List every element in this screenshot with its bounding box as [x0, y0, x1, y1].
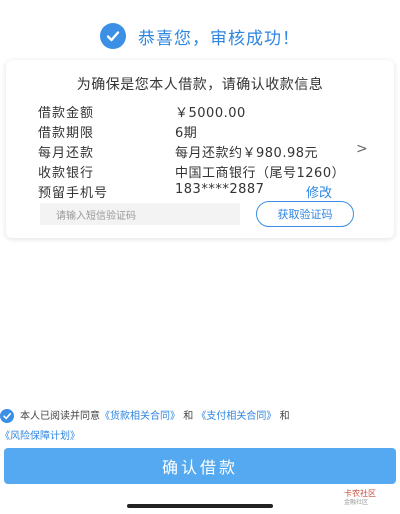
agreement-prefix: 本人已阅读并同意 — [20, 411, 100, 422]
row-phone: 预留手机号 183****2887 修改 — [38, 182, 378, 202]
row-value: 6期 — [175, 126, 198, 141]
sms-code-input[interactable]: 请输入短信验证码 — [40, 203, 240, 225]
watermark-brand: 卡农社区 — [344, 489, 376, 498]
edit-phone-link[interactable]: 修改 — [306, 182, 332, 201]
check-circle-icon — [100, 23, 126, 49]
loan-contract-link[interactable]: 《货款相关合同》 — [100, 411, 180, 422]
card-title: 为确保是您本人借款，请确认收款信息 — [76, 77, 324, 93]
row-label: 预留手机号 — [38, 186, 109, 201]
row-value: ￥5000.00 — [175, 106, 246, 121]
row-label: 借款金额 — [38, 106, 95, 121]
loan-info-card: 为确保是您本人借款，请确认收款信息 借款金额 ￥5000.00 借款期限 6期 … — [6, 60, 394, 238]
row-value: 中国工商银行（尾号1260） — [175, 166, 346, 181]
home-indicator — [127, 504, 273, 508]
confirm-loan-button[interactable]: 确认借款 — [4, 448, 396, 484]
get-code-button[interactable]: 获取验证码 — [256, 201, 354, 227]
row-value: 每月还款约￥980.98元 — [175, 146, 318, 161]
row-monthly-repayment[interactable]: 每月还款 每月还款约￥980.98元 > — [38, 141, 378, 162]
row-label: 每月还款 — [38, 146, 95, 161]
agreement-line-1: 本人已阅读并同意《货款相关合同》 和 《支付相关合同》 和 — [20, 406, 290, 428]
payment-contract-link[interactable]: 《支付相关合同》 — [196, 411, 276, 422]
agreement-line-2: 《风险保障计划》 — [0, 426, 80, 448]
row-receiving-bank: 收款银行 中国工商银行（尾号1260） — [38, 162, 378, 182]
agreement-and: 和 — [183, 411, 194, 422]
row-loan-term: 借款期限 6期 — [38, 122, 378, 142]
agreement-and: 和 — [279, 411, 290, 422]
success-banner: 恭喜您，审核成功！ — [0, 18, 400, 54]
watermark-sub: 金融社区 — [344, 499, 369, 506]
success-message: 恭喜您，审核成功！ — [138, 28, 300, 49]
row-label: 借款期限 — [38, 126, 95, 141]
chevron-right-icon[interactable]: > — [356, 141, 368, 157]
watermark-logo: 卡农社区 金融社区 — [344, 489, 396, 509]
row-loan-amount: 借款金额 ￥5000.00 — [38, 102, 378, 122]
risk-plan-link[interactable]: 《风险保障计划》 — [0, 431, 80, 442]
agree-checkbox[interactable] — [0, 409, 14, 423]
row-label: 收款银行 — [38, 166, 95, 181]
row-value: 183****2887 — [175, 182, 265, 197]
